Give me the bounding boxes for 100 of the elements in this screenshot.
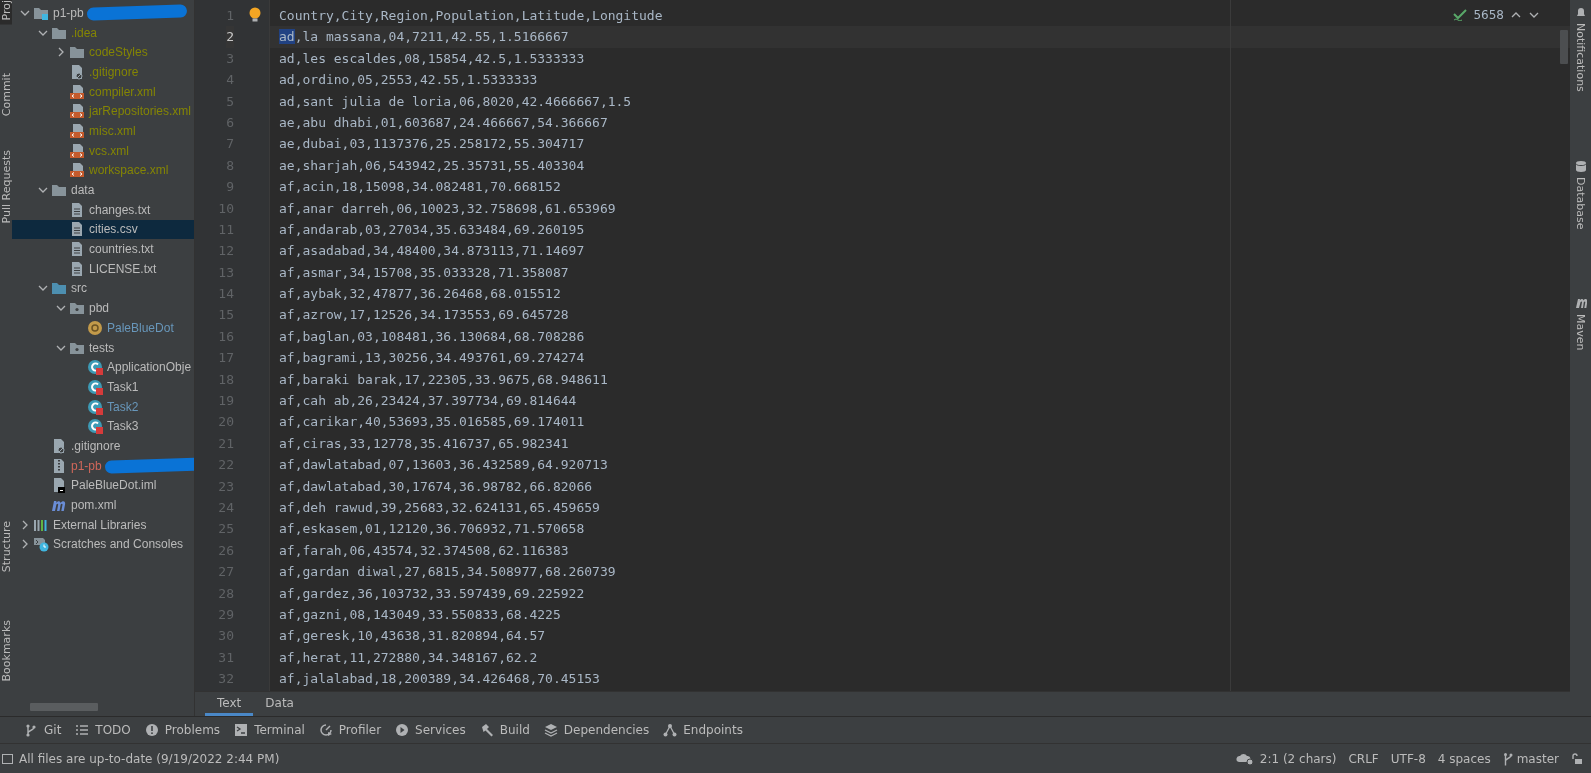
code-line: af,anar darreh,06,10023,32.758698,61.653969 [278, 199, 616, 218]
code-line: af,aybak,32,47877,36.26468,68.015512 [278, 285, 561, 304]
tool-window-tab[interactable]: Database [1570, 155, 1591, 234]
tool-window-button[interactable]: Terminal [228, 719, 311, 741]
tool-window-button[interactable]: Services [389, 719, 472, 741]
tree-item[interactable]: tests [89, 340, 115, 355]
check-icon [1453, 9, 1468, 21]
code-line: af,ciras,33,12778,35.416737,65.982341 [278, 434, 569, 453]
code-line: af,herat,11,272880,34.348167,62.2 [278, 648, 538, 667]
code-line: af,gardez,36,103732,33.597439,69.225922 [278, 584, 585, 603]
class-icon [87, 319, 103, 336]
terminal-icon [234, 723, 249, 737]
editor-tab[interactable]: Data [253, 692, 306, 716]
caret-position[interactable]: 2:1 (2 chars) [1253, 751, 1343, 766]
tree-item[interactable]: Scratches and Consoles [53, 537, 184, 552]
maven-icon [1574, 297, 1587, 310]
file-encoding[interactable]: UTF-8 [1384, 751, 1432, 766]
tool-window-button[interactable]: Git [18, 719, 68, 741]
branch-widget[interactable]: master [1496, 751, 1565, 766]
code-line: af,carikar,40,53693,35.016585,69.174011 [278, 413, 585, 432]
folder-icon [69, 44, 85, 61]
code-line: af,cah ab,26,23424,37.397734,69.814644 [278, 392, 577, 411]
tree-item[interactable]: countries.txt [89, 242, 154, 257]
tool-window-button[interactable]: Build [473, 719, 536, 741]
tree-item[interactable]: pom.xml [71, 498, 117, 513]
tree-item[interactable]: cities.csv [89, 222, 138, 237]
chevron-icon[interactable] [56, 47, 66, 58]
code-line: af,geresk,10,43638,31.820894,64.57 [278, 627, 546, 646]
code-line: af,dawlatabad,30,17674,36.98782,66.82066 [278, 477, 593, 496]
code-line: af,asadabad,34,48400,34.873113,71.14697 [278, 242, 585, 261]
code-line: ad,les escaldes,08,15854,42.5,1.5333333 [278, 49, 585, 68]
code-line: af,gardan diwal,27,6815,34.508977,68.260739 [278, 563, 616, 582]
layers-icon [543, 723, 558, 737]
test-class-icon [87, 398, 103, 415]
tool-window-tab[interactable]: Pull Requests [0, 145, 12, 228]
tree-item[interactable]: PaleBlueDot.iml [71, 478, 157, 493]
tree-item[interactable]: src [71, 281, 87, 296]
chevron-icon[interactable] [20, 519, 30, 530]
tool-window-button[interactable]: Problems [138, 719, 227, 741]
lock-icon[interactable] [1571, 752, 1583, 765]
package-icon [69, 300, 85, 317]
text-file-icon [69, 201, 85, 218]
xml-file-icon [69, 162, 85, 179]
profiler-icon [318, 723, 333, 737]
lightbulb-icon[interactable] [248, 7, 262, 23]
tool-window-button[interactable]: Endpoints [657, 719, 749, 741]
code-line: af,eskasem,01,12120,36.706932,71.570658 [278, 520, 585, 539]
play-icon [395, 723, 410, 737]
code-line: af,gazni,08,143049,33.550833,68.4225 [278, 605, 561, 624]
scrollbar[interactable] [30, 703, 98, 711]
tool-window-tab[interactable]: Commit [0, 68, 12, 120]
bell-icon [1574, 6, 1587, 18]
cloud-gear-icon [1235, 751, 1254, 766]
tool-window-button[interactable]: TODO [69, 719, 137, 741]
code-line: af,acin,18,15098,34.082481,70.668152 [278, 178, 561, 197]
scrollbar[interactable] [1560, 30, 1568, 64]
panel-toggle-icon [2, 752, 14, 765]
code-line: af,asmar,34,15708,35.033328,71.358087 [278, 263, 569, 282]
code-line: af,jalalabad,18,200389,34.426468,70.45153 [278, 670, 600, 689]
code-line: af,azrow,17,12526,34.173553,69.645728 [278, 306, 569, 325]
tree-item[interactable]: Task3 [107, 419, 139, 434]
test-class-icon [87, 418, 103, 435]
branch-icon [1502, 751, 1513, 766]
tool-window-tab[interactable]: Bookmarks [0, 616, 12, 686]
test-class-icon [87, 359, 103, 376]
tool-window-tab[interactable]: Structure [0, 517, 12, 577]
file-icon [51, 437, 67, 454]
tree-item[interactable]: data [71, 183, 95, 198]
tool-window-button[interactable]: Dependencies [537, 719, 656, 741]
tree-item[interactable]: ApplicationObje [107, 360, 192, 375]
chevron-icon[interactable] [20, 539, 30, 550]
tool-window-tab[interactable]: Maven [1570, 293, 1591, 355]
tree-item[interactable]: LICENSE.txt [89, 261, 157, 276]
code-line: ad,sant julia de loria,06,8020,42.4666667,1.5 [278, 92, 632, 111]
code-line: af,bagrami,13,30256,34.493761,69.274274 [278, 349, 585, 368]
tree-item[interactable]: p1-pb [71, 458, 102, 473]
database-icon [1574, 159, 1587, 172]
tool-window-tab[interactable]: Notifications [1570, 2, 1591, 96]
tree-item[interactable]: PaleBlueDot [107, 320, 174, 335]
tree-item[interactable]: External Libraries [53, 517, 147, 532]
code-line: ae,abu dhabi,01,603687,24.466667,54.366667 [278, 113, 608, 132]
text-file-icon [69, 241, 85, 258]
xml-file-icon [69, 103, 85, 120]
code-line: ad,la massana,04,7211,42.55,1.5166667 [278, 28, 569, 47]
inspection-count[interactable]: 5658 [1473, 8, 1504, 22]
tool-window-button[interactable]: Profiler [312, 719, 388, 741]
indent-setting[interactable]: 4 spaces [1431, 751, 1497, 766]
hammer-icon [479, 723, 494, 737]
tree-item[interactable]: p1-pb [53, 5, 84, 20]
tree-item[interactable]: pbd [89, 301, 110, 316]
tree-item[interactable]: Task1 [107, 379, 139, 394]
xml-file-icon [69, 142, 85, 159]
tree-item[interactable]: changes.txt [89, 202, 151, 217]
line-separator[interactable]: CRLF [1342, 751, 1385, 766]
tool-window-tab[interactable]: Proj [0, 0, 12, 25]
tree-item[interactable]: .gitignore [71, 438, 121, 453]
text-file-icon [69, 221, 85, 238]
tree-item[interactable]: Task2 [107, 399, 139, 414]
status-message: All files are up-to-date (9/19/2022 2:44 PM) [19, 751, 280, 766]
code-line: af,baraki barak,17,22305,33.9675,68.948611 [278, 370, 608, 389]
